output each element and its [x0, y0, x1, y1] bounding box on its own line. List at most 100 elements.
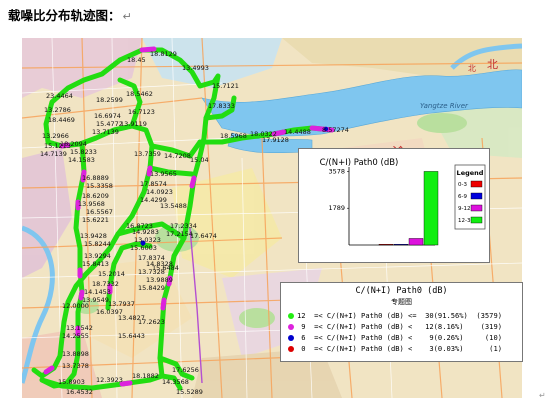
chart-bar-9-12	[408, 238, 424, 246]
track-point-label: 13.9565	[150, 170, 177, 178]
legend-dot-icon	[288, 334, 294, 341]
legend-row-text: 12 =< C/(N+I) Path0 (dB) <= 30(91.56%) (…	[297, 311, 502, 320]
chart-ticks: 1789 3578	[328, 167, 349, 212]
track-point-label: 14.1583	[68, 156, 95, 164]
track-point-label: 17.6474	[190, 232, 217, 240]
track-point-label: 15.6003	[130, 244, 157, 252]
track-point-label-east: 14.4488	[284, 128, 311, 136]
track-point-label: 13.2966	[42, 132, 69, 140]
track-point-label: 17.6256	[172, 366, 199, 374]
track-point-label: 13.2786	[44, 106, 71, 114]
track-point-label: 13.9294	[84, 252, 111, 260]
track-point-label: 15.2014	[98, 270, 125, 278]
track-point-label: 13.9428	[80, 232, 107, 240]
thematic-legend-panel: C/(N+I) Path0 (dB) 专题图 12 =< C/(N+I) Pat…	[280, 282, 523, 362]
chart-axes	[348, 167, 435, 246]
track-point-label: 15.7121	[212, 82, 239, 90]
track-point-label-east: 18.5968	[220, 132, 247, 140]
track-point-label: 14.7139	[40, 150, 67, 158]
track-point-label: 13.9889	[146, 276, 173, 284]
chart-legend-title: Legend	[457, 169, 484, 177]
chart-legend-swatch	[470, 216, 483, 224]
track-point-label-east: 17.9128	[262, 136, 289, 144]
track-point-label: 13.5488	[160, 202, 187, 210]
track-point-label-east: 8.57274	[322, 126, 349, 134]
track-point-label: 15.5289	[176, 388, 203, 396]
track-point-label: 13.1542	[66, 324, 93, 332]
track-point-label: 15.3358	[86, 182, 113, 190]
legend-dot-icon	[288, 345, 294, 352]
track-point-label: 18.4469	[48, 116, 75, 124]
chart-y-tick-label: 3578	[328, 167, 345, 175]
track-point-label: 14.0923	[146, 188, 173, 196]
track-point-label: 13.9119	[120, 120, 147, 128]
track-point-label: 14.9283	[132, 228, 159, 236]
histogram-panel: C/(N+I) Path0 (dB) 1789 3578 Legend 0-3 6-…	[298, 148, 490, 263]
chart-legend-label: 9-12	[458, 206, 470, 212]
track-point-label: 14.7208	[164, 152, 191, 160]
district-label-north: 北	[487, 58, 498, 71]
track-point-label: 15.8429	[138, 284, 165, 292]
chart-bar-6-9	[393, 243, 409, 246]
track-point-label: 15.6221	[82, 216, 109, 224]
track-point-label: 15.6443	[118, 332, 145, 340]
track-point-label: 18.7332	[92, 280, 119, 288]
track-point-label: 15.04	[190, 156, 209, 164]
track-point-label: 13.4993	[182, 64, 209, 72]
legend-row-text: 6 =< C/(N+I) Path0 (dB) < 9(0.26%) (10)	[297, 333, 502, 342]
track-point-label: 16.8889	[82, 174, 109, 182]
chart-bar-0-3	[378, 243, 394, 246]
track-point-label: 17.2334	[170, 222, 197, 230]
chart-legend-label: 0-3	[458, 182, 467, 188]
chart-legend-swatch	[470, 180, 483, 188]
thematic-legend-subtitle: 专题图	[391, 298, 412, 306]
track-point-label: 17.2623	[138, 318, 165, 326]
track-point-label: 18.2599	[96, 96, 123, 104]
legend-dot-icon	[288, 312, 294, 319]
track-point-label: 13.9568	[78, 200, 105, 208]
track-point-label: 14.1453	[84, 288, 111, 296]
track-point-label: 16.7123	[128, 108, 155, 116]
legend-dot-icon	[288, 323, 294, 330]
track-point-label: 14.2555	[62, 332, 89, 340]
track-point-label: 18.5462	[126, 90, 153, 98]
legend-row-text: 0 =< C/(N+I) Path0 (dB) < 3(0.03%) (1)	[297, 344, 502, 353]
chart-y-tick-label: 1789	[328, 204, 345, 212]
north-label: 北	[468, 64, 476, 73]
chart-bar-12-30	[423, 171, 439, 246]
track-point-label: 16.4532	[66, 388, 93, 396]
track-point-label: 23.4464	[46, 92, 73, 100]
track-point-label: 15.8233	[70, 148, 97, 156]
track-point-label: 18.8129	[150, 50, 177, 58]
track-point-label: 15.4772	[96, 120, 123, 128]
track-point-label: 13.8898	[62, 350, 89, 358]
track-point-label: 13.7937	[108, 300, 135, 308]
track-point-label: 14.3568	[162, 378, 189, 386]
track-point-label: 18.1882	[132, 372, 159, 380]
chart-legend-label: 6-9	[458, 194, 467, 200]
paragraph-mark: ↵	[122, 10, 132, 23]
track-point-label: 15.8413	[82, 260, 109, 268]
document-title: 载噪比分布轨迹图： ↵	[8, 5, 132, 24]
track-point-label: 17.2154	[166, 230, 193, 238]
thematic-legend-title: C/(N+I) Path0 (dB)	[355, 286, 448, 296]
legend-row-text: 9 =< C/(N+I) Path0 (dB) < 12(8.16%) (319…	[297, 322, 502, 331]
title-text: 载噪比分布轨迹图：	[8, 8, 121, 23]
thematic-legend-row: 9 =< C/(N+I) Path0 (dB) < 12(8.16%) (319…	[288, 321, 502, 332]
track-point-label: 15.8903	[58, 378, 85, 386]
track-point-label: 18.2094	[60, 140, 87, 148]
paragraph-end-mark: ↵	[539, 391, 546, 400]
track-point-label: 13.7328	[138, 268, 165, 276]
track-point-label: 13.0323	[134, 236, 161, 244]
thematic-legend-row: 6 =< C/(N+I) Path0 (dB) < 9(0.26%) (10)	[288, 332, 502, 343]
track-point-label: 16.6974	[94, 112, 121, 120]
thematic-legend-row: 0 =< C/(N+I) Path0 (dB) < 3(0.03%) (1)	[288, 343, 502, 354]
track-point-label: 18.45	[127, 56, 146, 64]
thematic-legend-row: 12 =< C/(N+I) Path0 (dB) <= 30(91.56%) (…	[288, 310, 502, 321]
chart-bars	[378, 171, 439, 246]
track-point-label: 13.7139	[92, 128, 119, 136]
track-point-label: 12.3923	[96, 376, 123, 384]
chart-legend-swatch	[470, 204, 483, 212]
track-point-label: 18.6209	[82, 192, 109, 200]
track-point-label: 17.8574	[140, 180, 167, 188]
